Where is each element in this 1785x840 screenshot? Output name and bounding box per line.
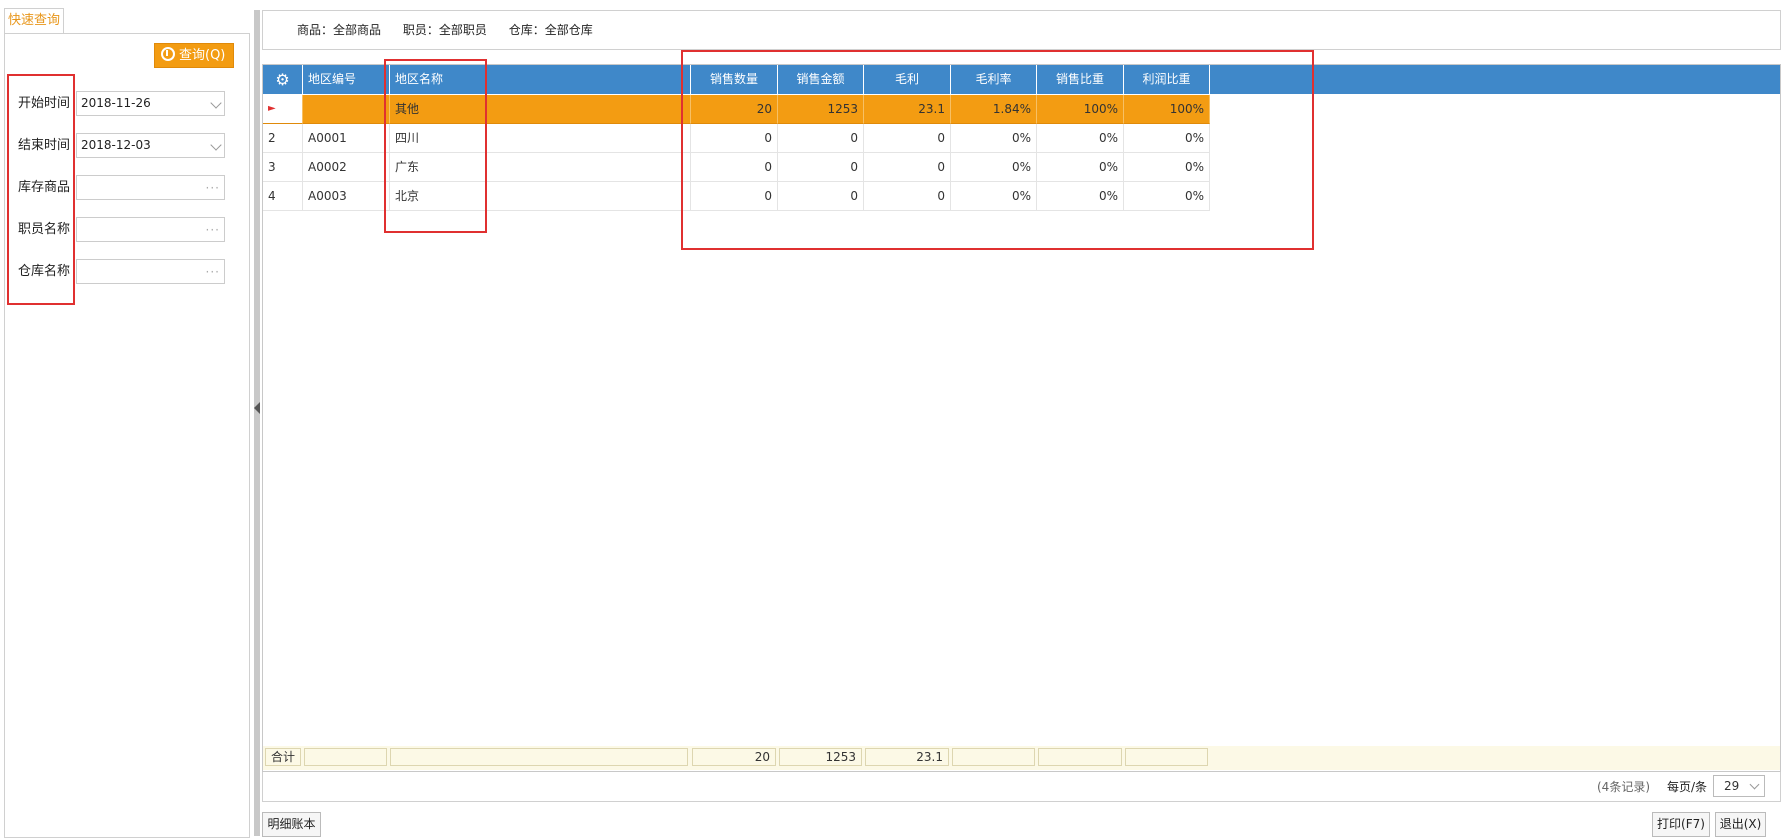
cell-region-code[interactable]: A0003 bbox=[303, 182, 390, 211]
ellipsis-icon[interactable]: ··· bbox=[206, 261, 220, 284]
staff-name-input[interactable]: ··· bbox=[76, 217, 225, 242]
query-icon bbox=[161, 47, 175, 61]
start-time-input[interactable]: 2018-11-26 bbox=[76, 91, 225, 116]
query-button[interactable]: 查询(Q) bbox=[154, 43, 234, 68]
end-time-input[interactable]: 2018-12-03 bbox=[76, 133, 225, 158]
cell-row-index: 2 bbox=[263, 124, 303, 153]
per-page-label: 每页/条 bbox=[1667, 780, 1708, 794]
cell-row-index: 4 bbox=[263, 182, 303, 211]
total-cell-region-name bbox=[390, 748, 688, 766]
filter-summary-bar: 商品：全部商品 职员：全部职员 仓库：全部仓库 bbox=[262, 10, 1781, 50]
per-page-select[interactable]: 29 bbox=[1713, 775, 1765, 797]
cell-row-index: 3 bbox=[263, 153, 303, 182]
highlight-box-region-name bbox=[384, 59, 487, 233]
per-page-value: 29 bbox=[1724, 779, 1740, 793]
warehouse-name-input[interactable]: ··· bbox=[76, 259, 225, 284]
total-cell-profit-rate bbox=[952, 748, 1035, 766]
total-sales-qty: 20 bbox=[692, 748, 776, 766]
panel-splitter[interactable] bbox=[254, 10, 260, 836]
query-button-label: 查询(Q) bbox=[179, 48, 226, 63]
filter-staff: 职员：全部职员 bbox=[402, 23, 487, 37]
column-header-region-code[interactable]: 地区编号 bbox=[303, 65, 390, 94]
end-time-value: 2018-12-03 bbox=[81, 138, 151, 152]
chevron-down-icon[interactable] bbox=[210, 97, 222, 109]
detail-ledger-button[interactable]: 明细账本 bbox=[262, 812, 321, 837]
total-sales-amount: 1253 bbox=[779, 748, 862, 766]
collapse-arrow-icon[interactable] bbox=[254, 402, 260, 414]
total-label: 合计 bbox=[265, 748, 301, 766]
gear-icon[interactable]: ⚙ bbox=[263, 65, 303, 94]
pager-bar bbox=[262, 772, 1781, 802]
ellipsis-icon[interactable]: ··· bbox=[206, 177, 220, 200]
print-button[interactable]: 打印(F7) bbox=[1652, 812, 1710, 837]
exit-button[interactable]: 退出(X) bbox=[1715, 812, 1766, 837]
chevron-down-icon[interactable] bbox=[1749, 779, 1760, 790]
stock-goods-input[interactable]: ··· bbox=[76, 175, 225, 200]
total-cell-region-code bbox=[304, 748, 387, 766]
record-count: (4条记录) bbox=[1597, 780, 1650, 794]
tab-quick-query[interactable]: 快速查询 bbox=[4, 8, 64, 34]
filter-goods: 商品：全部商品 bbox=[297, 23, 382, 37]
total-cell-sales-share bbox=[1038, 748, 1122, 766]
total-gross-profit: 23.1 bbox=[865, 748, 949, 766]
highlight-box-metrics bbox=[681, 50, 1314, 250]
highlight-box-filter-labels bbox=[7, 74, 75, 305]
ellipsis-icon[interactable]: ··· bbox=[206, 219, 220, 242]
selected-row-marker-icon: ► bbox=[263, 95, 303, 124]
start-time-value: 2018-11-26 bbox=[81, 96, 151, 110]
chevron-down-icon[interactable] bbox=[210, 139, 222, 151]
cell-region-code[interactable] bbox=[303, 95, 390, 124]
cell-region-code[interactable]: A0001 bbox=[303, 124, 390, 153]
filter-warehouse: 仓库：全部仓库 bbox=[508, 23, 593, 37]
total-cell-profit-share bbox=[1125, 748, 1208, 766]
cell-region-code[interactable]: A0002 bbox=[303, 153, 390, 182]
